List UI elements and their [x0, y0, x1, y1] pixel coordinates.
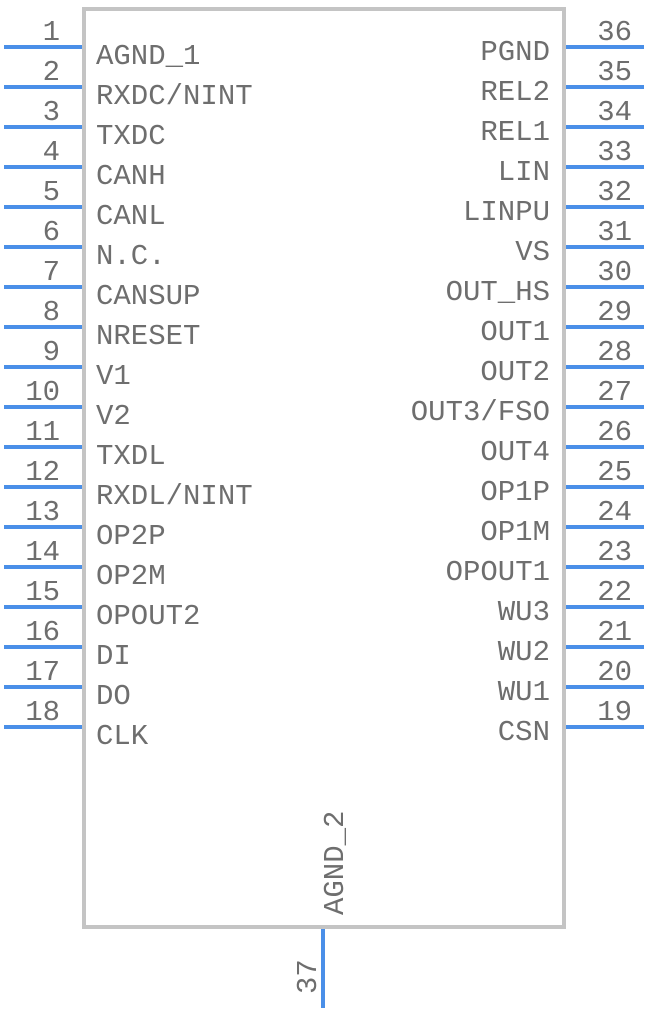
- pin-number: 22: [597, 576, 632, 609]
- pin-number: 31: [597, 216, 632, 249]
- pin-name: CANSUP: [96, 280, 200, 313]
- pin-name: AGND_1: [96, 40, 200, 73]
- pin-number: 17: [25, 656, 60, 689]
- pin-number: 5: [43, 176, 60, 209]
- pin-name: TXDL: [96, 440, 166, 473]
- pin-number: 30: [597, 256, 632, 289]
- pin-number: 25: [597, 456, 632, 489]
- pin-number: 21: [597, 616, 632, 649]
- pin-name: OPOUT1: [446, 556, 550, 589]
- pin-number: 28: [597, 336, 632, 369]
- pin-name: REL1: [480, 116, 550, 149]
- pin-name: RXDC/NINT: [96, 80, 253, 113]
- pin-number: 16: [25, 616, 60, 649]
- pin-name: TXDC: [96, 120, 166, 153]
- pin-name: RXDL/NINT: [96, 480, 253, 513]
- pin-number: 26: [597, 416, 632, 449]
- pin-number: 13: [25, 496, 60, 529]
- pin-number: 18: [25, 696, 60, 729]
- pin-number: 35: [597, 56, 632, 89]
- pin-number: 6: [43, 216, 60, 249]
- pin-number: 34: [597, 96, 632, 129]
- pin-number: 15: [25, 576, 60, 609]
- pin-name: VS: [515, 236, 550, 269]
- pin-number: 29: [597, 296, 632, 329]
- pin-name: OP1P: [480, 476, 550, 509]
- pin-number: 7: [43, 256, 60, 289]
- pin-number: 4: [43, 136, 60, 169]
- pin-name: OUT_HS: [446, 276, 550, 309]
- pin-number: 19: [597, 696, 632, 729]
- pin-name: WU1: [498, 676, 550, 709]
- pin-name: LINPU: [463, 196, 550, 229]
- pin-number: 23: [597, 536, 632, 569]
- pin-name: OP2M: [96, 560, 166, 593]
- pin-number: 11: [25, 416, 60, 449]
- pin-name: CSN: [498, 716, 550, 749]
- pin-name: OUT3/FSO: [411, 396, 550, 429]
- pin-number: 37: [292, 959, 325, 994]
- pin-name: AGND_2: [319, 811, 352, 915]
- pin-number: 9: [43, 336, 60, 369]
- pin-name: WU2: [498, 636, 550, 669]
- pin-name: PGND: [480, 36, 550, 69]
- pin-name: WU3: [498, 596, 550, 629]
- pin-name: OUT4: [480, 436, 550, 469]
- pin-name: LIN: [498, 156, 550, 189]
- pin-name: OP1M: [480, 516, 550, 549]
- pin-number: 14: [25, 536, 60, 569]
- pin-number: 1: [43, 16, 60, 49]
- pin-name: NRESET: [96, 320, 200, 353]
- pin-name: CANL: [96, 200, 166, 233]
- pin-number: 33: [597, 136, 632, 169]
- pin-number: 10: [25, 376, 60, 409]
- pin-number: 8: [43, 296, 60, 329]
- pin-number: 32: [597, 176, 632, 209]
- pin-name: REL2: [480, 76, 550, 109]
- pin-number: 27: [597, 376, 632, 409]
- pin-number: 36: [597, 16, 632, 49]
- pin-name: DO: [96, 680, 131, 713]
- pin-name: OPOUT2: [96, 600, 200, 633]
- pin-name: CLK: [96, 720, 149, 753]
- pin-number: 20: [597, 656, 632, 689]
- pin-number: 3: [43, 96, 60, 129]
- pin-name: N.C.: [96, 240, 166, 273]
- pin-name: OUT1: [480, 316, 550, 349]
- pin-name: V1: [96, 360, 131, 393]
- ic-schematic-symbol: 1 AGND_1 2 RXDC/NINT 3 TXDC 4 CANH 5 CANL 6 N.C. 7 CA…: [4, 7, 644, 1008]
- pin-number: 24: [597, 496, 632, 529]
- pin-number: 12: [25, 456, 60, 489]
- pin-name: OUT2: [480, 356, 550, 389]
- pin-name: CANH: [96, 160, 166, 193]
- pin-name: DI: [96, 640, 131, 673]
- pin-number: 2: [43, 56, 60, 89]
- pin-name: OP2P: [96, 520, 166, 553]
- pin-name: V2: [96, 400, 131, 433]
